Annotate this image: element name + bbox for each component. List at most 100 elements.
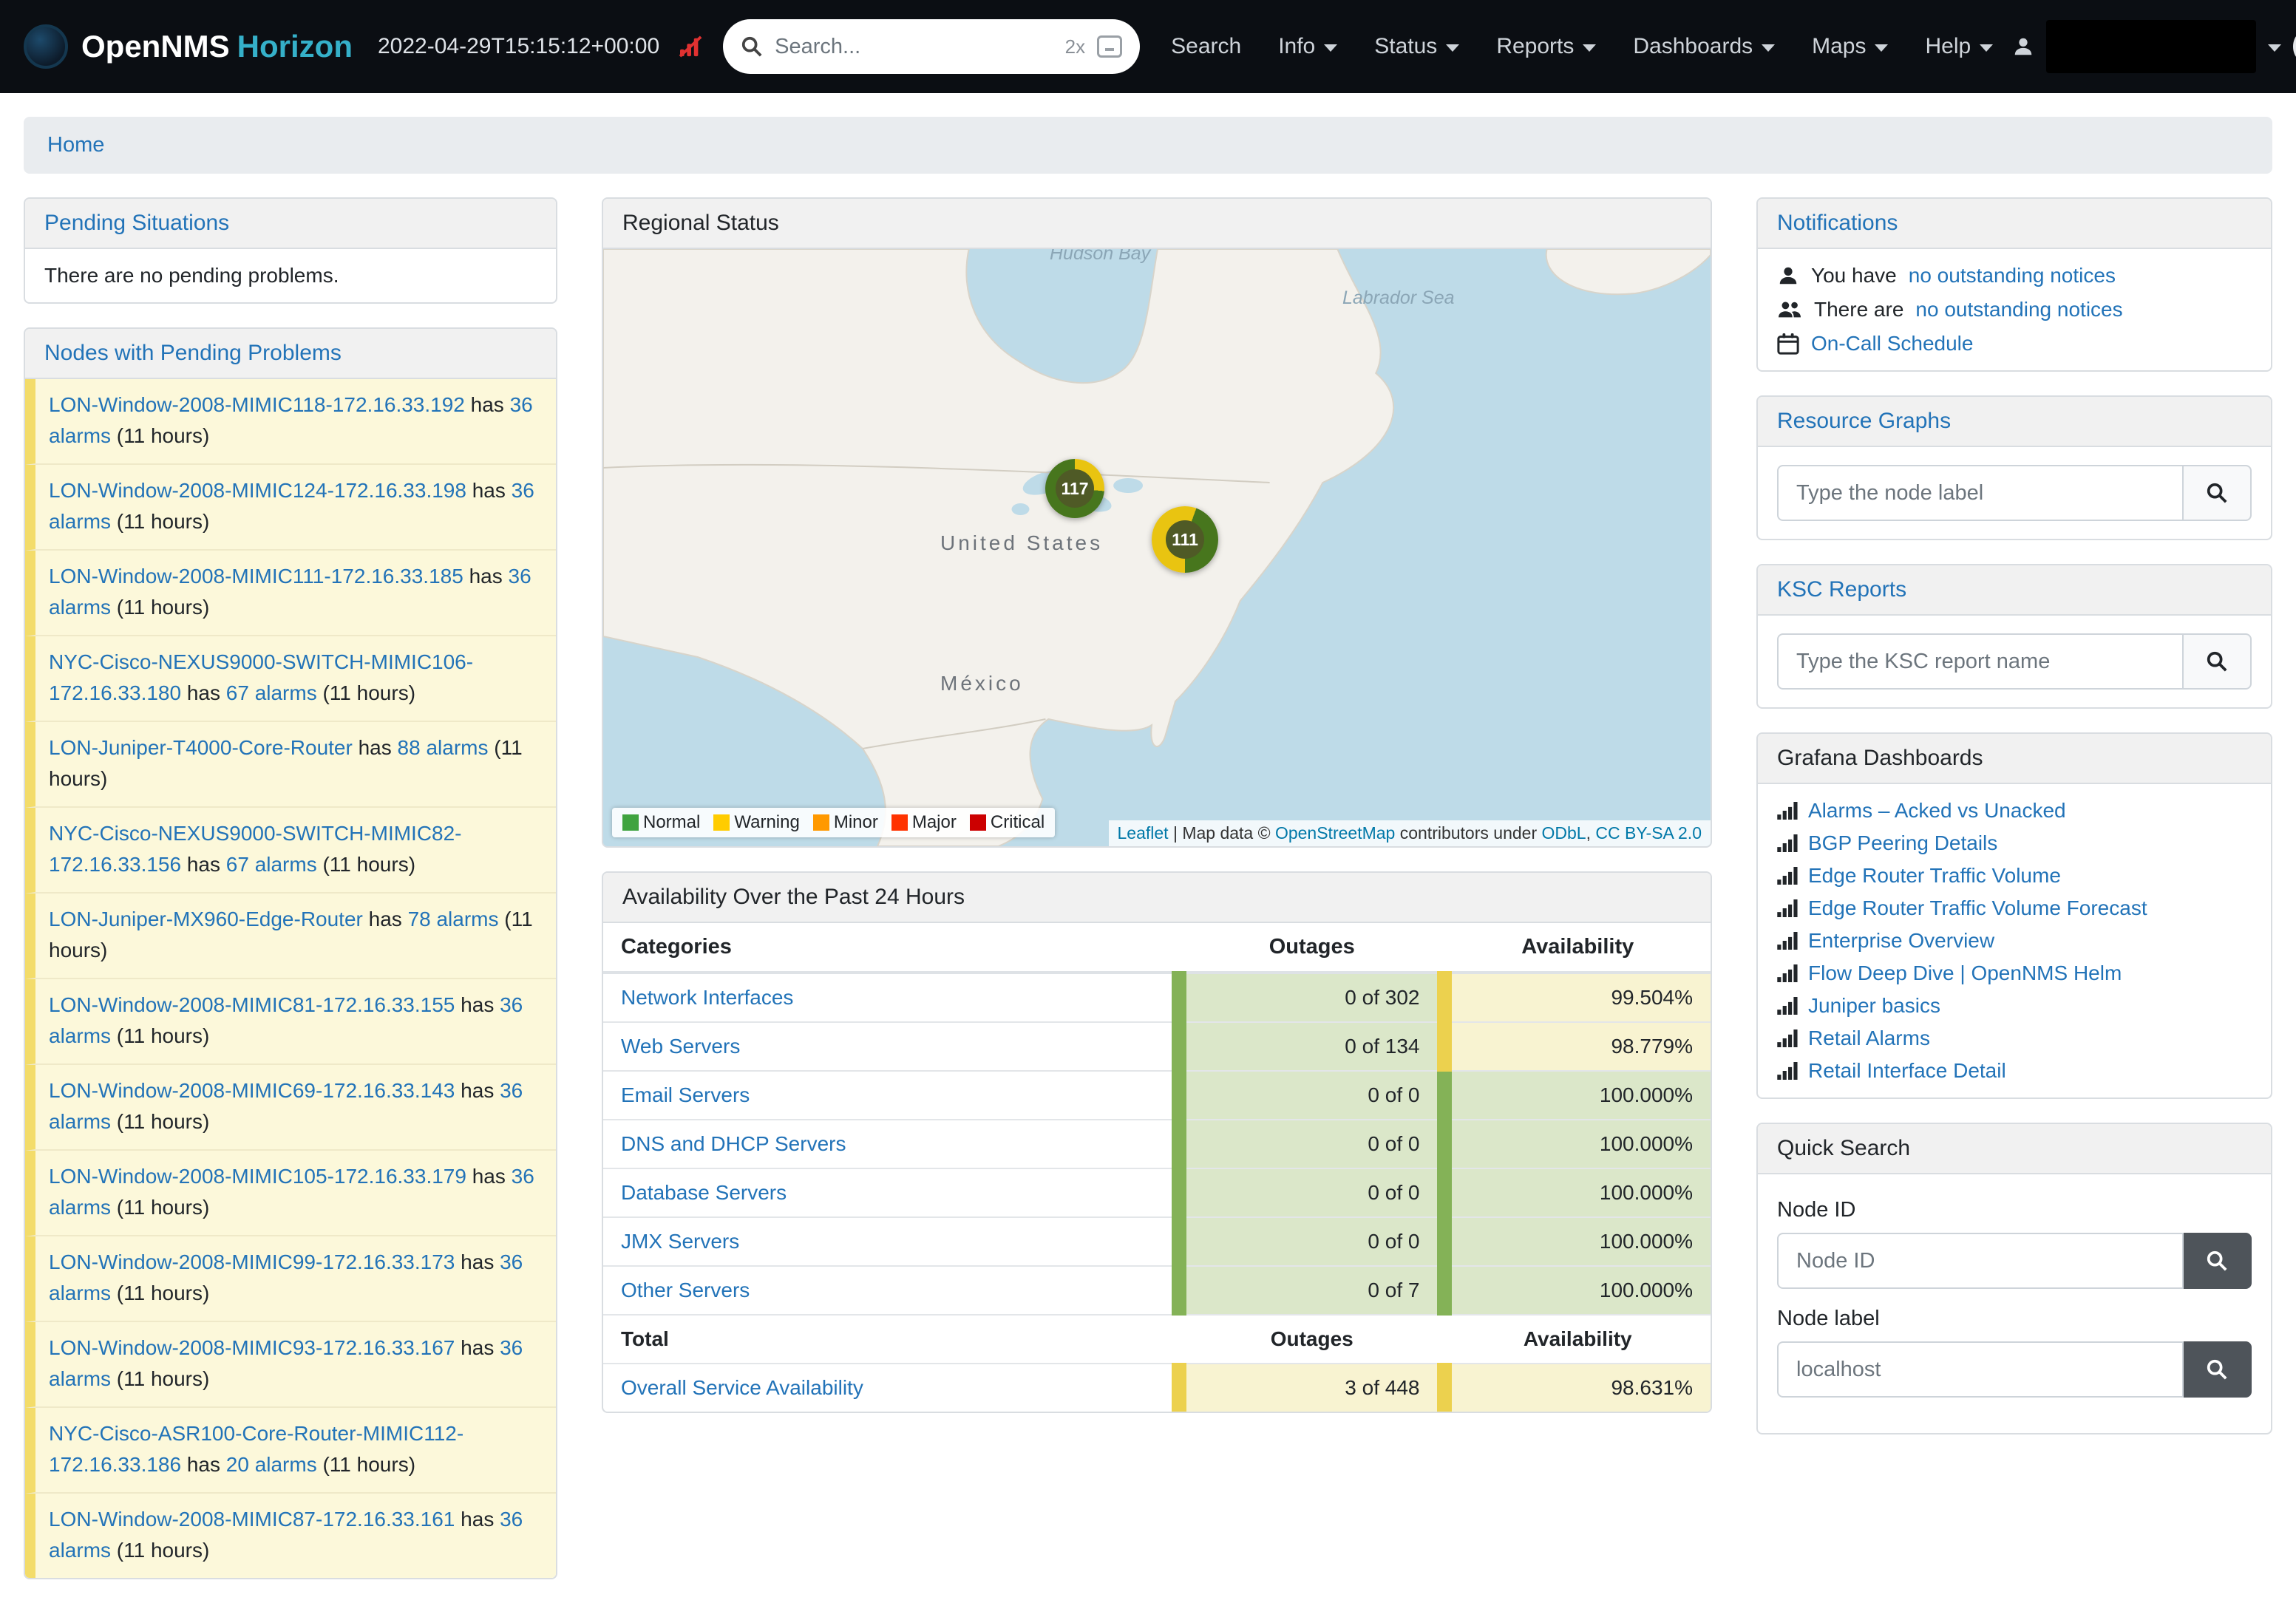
category-link[interactable]: Other Servers	[621, 1279, 750, 1301]
grafana-dashboard-link[interactable]: Alarms – Acked vs Unacked	[1777, 799, 2252, 823]
grafana-link-label[interactable]: Edge Router Traffic Volume Forecast	[1808, 896, 2147, 920]
grafana-dashboard-link[interactable]: Retail Alarms	[1777, 1027, 2252, 1050]
notifications-title[interactable]: Notifications	[1777, 211, 1898, 235]
resource-graphs-input[interactable]	[1777, 465, 2184, 521]
category-link[interactable]: Web Servers	[621, 1035, 740, 1058]
nodes-pending-title[interactable]: Nodes with Pending Problems	[44, 341, 342, 365]
odbl-link[interactable]: ODbL	[1542, 823, 1586, 843]
brand-text: OpenNMSHorizon	[81, 29, 353, 64]
grafana-dashboard-link[interactable]: Edge Router Traffic Volume Forecast	[1777, 896, 2252, 920]
user-icon	[1777, 265, 1799, 287]
team-notices-link[interactable]: no outstanding notices	[1915, 298, 2122, 321]
availability-table: Categories Outages Availability Network …	[603, 923, 1711, 1412]
node-label-input[interactable]	[1777, 1341, 2184, 1398]
node-link[interactable]: LON-Window-2008-MIMIC81-172.16.33.155	[49, 993, 455, 1016]
nav-item-help[interactable]: Help	[1925, 34, 1993, 59]
node-alarm-count-link[interactable]: 20 alarms	[226, 1453, 317, 1476]
notifications-list: You have no outstanding notices There ar…	[1758, 249, 2271, 370]
node-duration-text: (11 hours)	[111, 1539, 209, 1562]
brand-link[interactable]: OpenNMSHorizon	[24, 24, 353, 69]
pending-situations-title[interactable]: Pending Situations	[44, 211, 229, 235]
leaflet-link[interactable]: Leaflet	[1118, 823, 1169, 843]
category-link[interactable]: Network Interfaces	[621, 986, 793, 1009]
major-swatch-icon	[891, 814, 908, 831]
node-label-search-button[interactable]	[2184, 1341, 2252, 1398]
node-link[interactable]: LON-Window-2008-MIMIC111-172.16.33.185	[49, 565, 463, 588]
node-has-text: has	[455, 993, 500, 1016]
grafana-link-label[interactable]: Edge Router Traffic Volume	[1808, 864, 2061, 888]
ksc-reports-input[interactable]	[1777, 633, 2184, 690]
chart-bars-icon	[1777, 1029, 1798, 1047]
grafana-dashboard-link[interactable]: Enterprise Overview	[1777, 929, 2252, 953]
availability-row: Other Servers0 of 7100.000%	[603, 1266, 1711, 1315]
node-link[interactable]: LON-Window-2008-MIMIC105-172.16.33.179	[49, 1165, 466, 1188]
node-alarm-count-link[interactable]: 88 alarms	[398, 736, 489, 759]
node-has-text: has	[465, 393, 510, 416]
grafana-link-label[interactable]: BGP Peering Details	[1808, 831, 1997, 855]
global-search-input[interactable]	[775, 35, 1053, 59]
redacted-username[interactable]	[2046, 20, 2256, 73]
ksc-reports-search-button[interactable]	[2184, 633, 2252, 690]
category-link[interactable]: Database Servers	[621, 1181, 787, 1204]
node-link[interactable]: LON-Juniper-T4000-Core-Router	[49, 736, 353, 759]
notice-badge-1[interactable]: 0	[2293, 27, 2296, 66]
grafana-link-label[interactable]: Enterprise Overview	[1808, 929, 1994, 953]
chart-bars-icon	[1777, 997, 1798, 1015]
node-duration-text: (11 hours)	[317, 853, 415, 876]
grafana-dashboard-link[interactable]: Edge Router Traffic Volume	[1777, 864, 2252, 888]
user-notices-link[interactable]: no outstanding notices	[1909, 264, 2116, 287]
category-link[interactable]: Email Servers	[621, 1083, 750, 1106]
node-link[interactable]: LON-Window-2008-MIMIC69-172.16.33.143	[49, 1079, 455, 1102]
pending-situations-empty-text: There are no pending problems.	[44, 264, 339, 287]
nav-item-info[interactable]: Info	[1278, 34, 1337, 59]
osm-link[interactable]: OpenStreetMap	[1275, 823, 1395, 843]
search-icon	[2206, 650, 2228, 673]
node-link[interactable]: LON-Window-2008-MIMIC93-172.16.33.167	[49, 1336, 455, 1359]
node-has-text: has	[463, 565, 509, 588]
nav-item-search[interactable]: Search	[1171, 34, 1241, 59]
user-menu-caret-icon[interactable]	[2268, 44, 2281, 52]
legend-label: Normal	[643, 812, 700, 833]
grafana-link-label[interactable]: Juniper basics	[1808, 994, 1940, 1018]
map-cluster-marker[interactable]: 111	[1152, 506, 1218, 573]
grafana-link-label[interactable]: Retail Alarms	[1808, 1027, 1930, 1050]
grafana-link-label[interactable]: Alarms – Acked vs Unacked	[1808, 799, 2066, 823]
resource-graphs-search-button[interactable]	[2184, 465, 2252, 521]
grafana-dashboard-link[interactable]: Retail Interface Detail	[1777, 1059, 2252, 1083]
regional-status-map[interactable]: Hudson Bay Labrador Sea United States Mé…	[603, 249, 1711, 846]
opennms-logo-icon	[24, 24, 68, 69]
node-link[interactable]: LON-Window-2008-MIMIC124-172.16.33.198	[49, 479, 466, 502]
nav-item-reports[interactable]: Reports	[1496, 34, 1596, 59]
on-call-schedule-link[interactable]: On-Call Schedule	[1811, 332, 1973, 355]
ksc-reports-title[interactable]: KSC Reports	[1777, 577, 1906, 602]
node-alarm-count-link[interactable]: 67 alarms	[226, 681, 317, 704]
node-duration-text: (11 hours)	[317, 681, 415, 704]
grafana-dashboard-link[interactable]: BGP Peering Details	[1777, 831, 2252, 855]
map-cluster-marker[interactable]: 117	[1045, 459, 1104, 518]
overall-availability-link[interactable]: Overall Service Availability	[621, 1376, 863, 1399]
nav-item-maps[interactable]: Maps	[1812, 34, 1888, 59]
node-link[interactable]: LON-Window-2008-MIMIC118-172.16.33.192	[49, 393, 465, 416]
availability-total-header-row: Total Outages Availability	[603, 1315, 1711, 1364]
grafana-dashboard-link[interactable]: Juniper basics	[1777, 994, 2252, 1018]
chart-bars-icon	[1777, 1062, 1798, 1080]
node-alarm-count-link[interactable]: 78 alarms	[408, 908, 499, 930]
nav-item-status[interactable]: Status	[1374, 34, 1459, 59]
breadcrumb-home-link[interactable]: Home	[47, 133, 104, 157]
grafana-dashboard-link[interactable]: Flow Deep Dive | OpenNMS Helm	[1777, 962, 2252, 985]
node-alarm-count-link[interactable]: 67 alarms	[226, 853, 317, 876]
category-link[interactable]: JMX Servers	[621, 1230, 739, 1253]
attribution-text: ,	[1586, 823, 1596, 843]
grafana-link-label[interactable]: Flow Deep Dive | OpenNMS Helm	[1808, 962, 2122, 985]
cc-license-link[interactable]: CC BY-SA 2.0	[1595, 823, 1702, 843]
node-link[interactable]: LON-Window-2008-MIMIC99-172.16.33.173	[49, 1250, 455, 1273]
grafana-link-label[interactable]: Retail Interface Detail	[1808, 1059, 2006, 1083]
node-id-search-button[interactable]	[2184, 1233, 2252, 1289]
nav-item-dashboards[interactable]: Dashboards	[1633, 34, 1775, 59]
category-link[interactable]: DNS and DHCP Servers	[621, 1132, 846, 1155]
node-link[interactable]: LON-Juniper-MX960-Edge-Router	[49, 908, 363, 930]
node-link[interactable]: LON-Window-2008-MIMIC87-172.16.33.161	[49, 1508, 455, 1531]
resource-graphs-title[interactable]: Resource Graphs	[1777, 409, 1951, 433]
chart-bars-icon	[1777, 899, 1798, 917]
node-id-input[interactable]	[1777, 1233, 2184, 1289]
